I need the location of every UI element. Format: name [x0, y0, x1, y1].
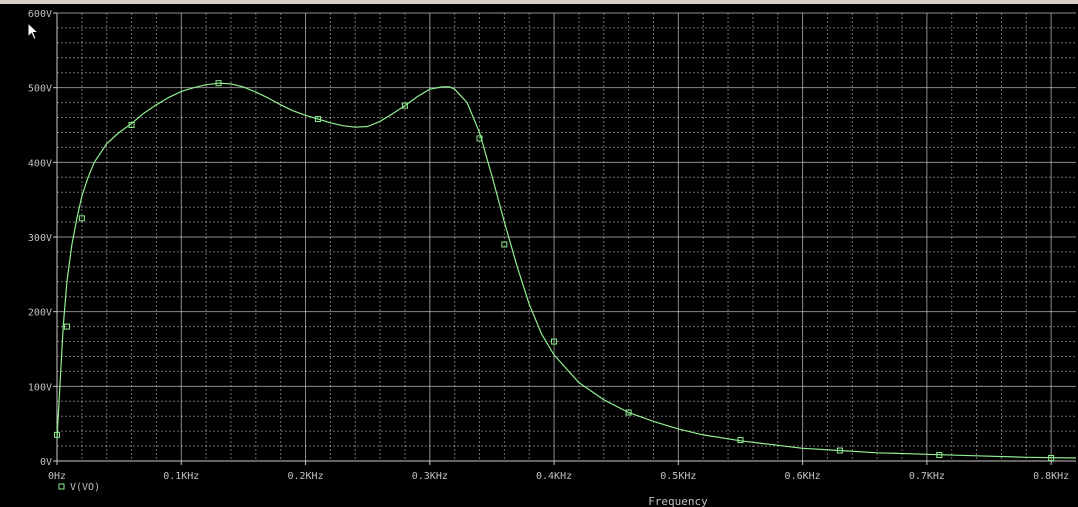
y-tick-label: 500V [28, 84, 52, 95]
y-tick-label: 100V [28, 382, 52, 393]
x-tick-label: 0.3KHz [412, 471, 448, 482]
series-line-v-vo [56, 82, 1077, 459]
y-tick-label: 0V [40, 457, 52, 468]
legend-label-v-vo[interactable]: V(VO) [70, 482, 100, 493]
probe-window: 0V 100V 200V 300V 400V 500V 600V 0Hz 0.1KHz 0.2K… [0, 0, 1078, 507]
x-tick-label: 0.1KHz [163, 471, 199, 482]
x-tick-label: 0.8KHz [1033, 471, 1069, 482]
y-tick-label: 600V [28, 9, 52, 20]
x-tick-label: 0Hz [48, 471, 66, 482]
y-tick-labels: 0V 100V 200V 300V 400V 500V 600V [28, 9, 52, 468]
x-tick-label: 0.6KHz [785, 471, 821, 482]
grid-major [57, 12, 1076, 461]
x-tick-label: 0.2KHz [287, 471, 323, 482]
legend-marker-v-vo [58, 483, 65, 490]
legend[interactable]: V(VO) [58, 482, 100, 493]
x-tick-labels: 0Hz 0.1KHz 0.2KHz 0.3KHz 0.4KHz 0.5KHz 0.6KHz 0… [48, 471, 1069, 482]
x-tick-label: 0.4KHz [536, 471, 572, 482]
x-tick-label: 0.5KHz [660, 471, 696, 482]
x-axis-title: Frequency [648, 495, 708, 507]
mouse-pointer-icon [27, 22, 39, 41]
series-layer [54, 80, 1077, 462]
y-tick-label: 400V [28, 158, 52, 169]
y-tick-label: 200V [28, 308, 52, 319]
y-tick-label: 300V [28, 233, 52, 244]
plot-area[interactable]: 0V 100V 200V 300V 400V 500V 600V 0Hz 0.1KHz 0.2K… [0, 4, 1078, 507]
x-tick-label: 0.7KHz [909, 471, 945, 482]
